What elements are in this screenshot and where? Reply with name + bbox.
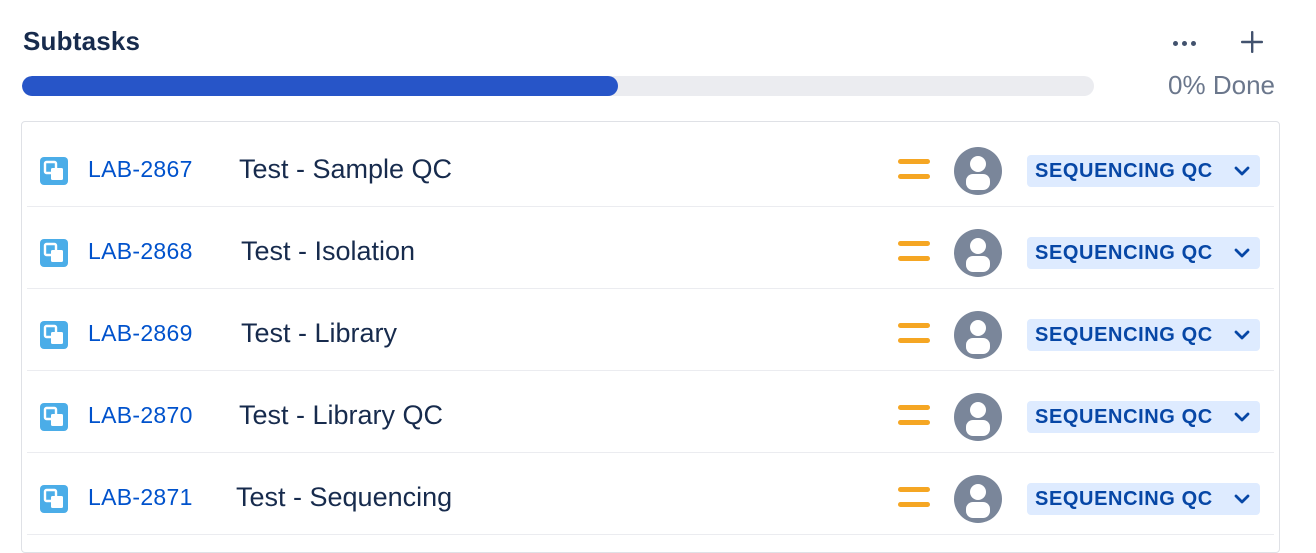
unassigned-avatar-icon[interactable] <box>953 146 1003 196</box>
status-dropdown[interactable]: SEQUENCING QC <box>1027 483 1260 515</box>
subtask-row[interactable]: LAB-2869 Test - Library SEQUENCING QC <box>27 290 1274 371</box>
issue-summary[interactable]: Test - Isolation <box>241 236 415 267</box>
priority-medium-icon <box>898 485 930 509</box>
issue-summary[interactable]: Test - Library <box>241 318 397 349</box>
more-actions-button[interactable] <box>1164 26 1204 60</box>
issue-key-link[interactable]: LAB-2871 <box>88 484 193 511</box>
priority-medium-icon <box>898 403 930 427</box>
status-label: SEQUENCING QC <box>1035 405 1213 428</box>
chevron-down-icon <box>1234 412 1250 422</box>
subtask-icon <box>40 321 68 349</box>
more-horizontal-icon <box>1172 40 1196 46</box>
unassigned-avatar-icon[interactable] <box>953 392 1003 442</box>
chevron-down-icon <box>1234 166 1250 176</box>
chevron-down-icon <box>1234 494 1250 504</box>
issue-key-link[interactable]: LAB-2867 <box>88 156 193 183</box>
status-label: SEQUENCING QC <box>1035 159 1213 182</box>
issue-key-link[interactable]: LAB-2869 <box>88 320 193 347</box>
issue-key-link[interactable]: LAB-2868 <box>88 238 193 265</box>
priority-medium-icon <box>898 239 930 263</box>
subtask-row[interactable]: LAB-2867 Test - Sample QC SEQUENCING QC <box>27 126 1274 207</box>
status-dropdown[interactable]: SEQUENCING QC <box>1027 155 1260 187</box>
priority-medium-icon <box>898 321 930 345</box>
unassigned-avatar-icon[interactable] <box>953 310 1003 360</box>
add-subtask-button[interactable] <box>1232 24 1272 60</box>
unassigned-avatar-icon[interactable] <box>953 474 1003 524</box>
priority-medium-icon <box>898 157 930 181</box>
panel-title: Subtasks <box>23 26 141 56</box>
subtask-icon <box>40 485 68 513</box>
subtask-row[interactable]: LAB-2868 Test - Isolation SEQUENCING QC <box>27 208 1274 289</box>
subtask-row[interactable]: LAB-2870 Test - Library QC SEQUENCING QC <box>27 372 1274 453</box>
status-label: SEQUENCING QC <box>1035 241 1213 264</box>
progress-bar-fill <box>22 76 619 96</box>
status-dropdown[interactable]: SEQUENCING QC <box>1027 319 1260 351</box>
progress-done-text: 0% Done <box>1168 70 1275 100</box>
subtask-icon <box>40 403 68 431</box>
status-dropdown[interactable]: SEQUENCING QC <box>1027 237 1260 269</box>
issue-summary[interactable]: Test - Library QC <box>239 400 443 431</box>
issue-summary[interactable]: Test - Sequencing <box>236 482 452 513</box>
unassigned-avatar-icon[interactable] <box>953 228 1003 278</box>
issue-summary[interactable]: Test - Sample QC <box>239 154 452 185</box>
chevron-down-icon <box>1234 330 1250 340</box>
subtask-icon <box>40 239 68 267</box>
status-label: SEQUENCING QC <box>1035 323 1213 346</box>
progress-bar <box>22 76 1094 96</box>
subtask-list: LAB-2867 Test - Sample QC SEQUENCING QC <box>21 121 1280 553</box>
status-dropdown[interactable]: SEQUENCING QC <box>1027 401 1260 433</box>
subtask-row[interactable]: LAB-2871 Test - Sequencing SEQUENCING QC <box>27 454 1274 535</box>
plus-icon <box>1241 31 1263 53</box>
status-label: SEQUENCING QC <box>1035 487 1213 510</box>
chevron-down-icon <box>1234 248 1250 258</box>
subtask-icon <box>40 157 68 185</box>
issue-key-link[interactable]: LAB-2870 <box>88 402 193 429</box>
